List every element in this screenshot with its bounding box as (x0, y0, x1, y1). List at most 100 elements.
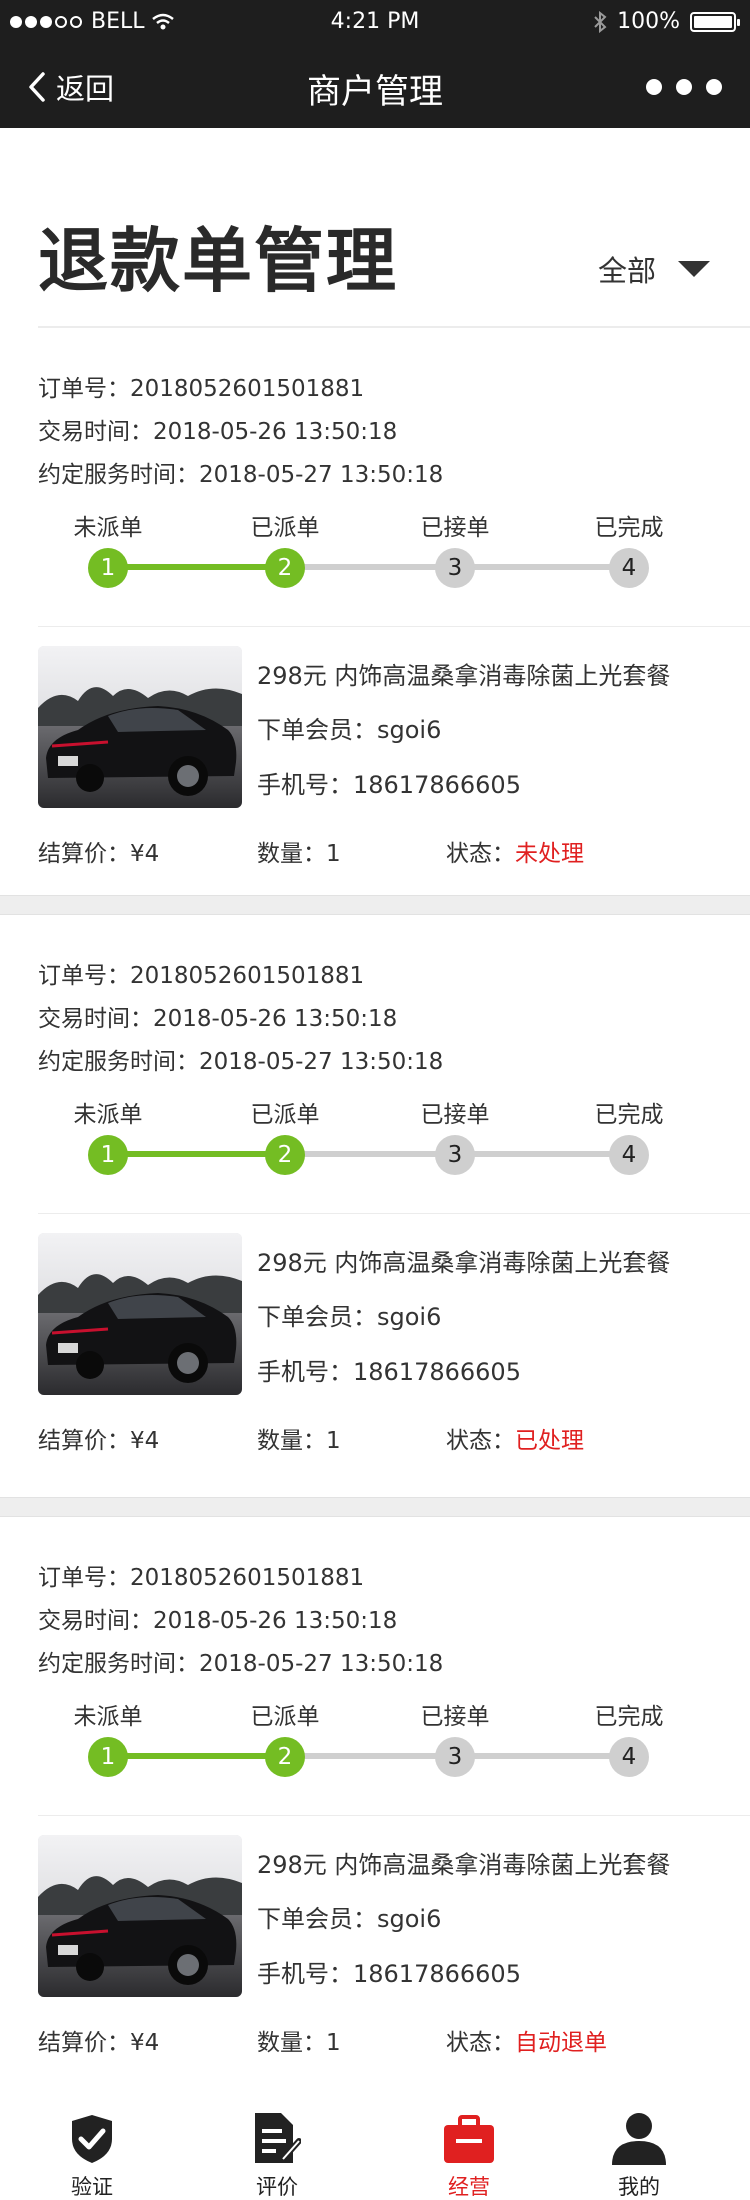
order-card[interactable]: 订单号：2018052601501881 交易时间：2018-05-26 13:… (0, 1517, 750, 2087)
order-card[interactable]: 订单号：2018052601501881 交易时间：2018-05-26 13:… (0, 328, 750, 898)
phone-label: 手机号： (257, 1358, 353, 1386)
order-number-row: 订单号：2018052601501881 (38, 955, 443, 998)
order-number-label: 订单号： (38, 1565, 130, 1591)
tab-verify[interactable]: 验证 (17, 2105, 167, 2200)
edit-document-icon (255, 2113, 301, 2163)
price-row: 结算价：¥4 (38, 834, 159, 868)
service-time-label: 约定服务时间： (38, 462, 199, 488)
more-icon[interactable] (646, 79, 722, 95)
trade-time-label: 交易时间： (38, 1006, 153, 1032)
product-row[interactable]: 298元 内饰高温桑拿消毒除菌上光套餐 下单会员：sgoi6 手机号：18617… (38, 1835, 750, 2005)
trade-time-row: 交易时间：2018-05-26 13:50:18 (38, 411, 443, 454)
tab-review[interactable]: 评价 (202, 2105, 352, 2200)
tab-label: 我的 (618, 2175, 660, 2199)
step-number: 3 (435, 1135, 475, 1175)
divider (38, 1815, 750, 1816)
status-badge: 已处理 (515, 1428, 584, 1454)
quantity-label: 数量： (257, 1428, 326, 1454)
nav-bar: 返回 商户管理 (0, 46, 750, 128)
shield-check-icon (72, 2115, 112, 2163)
price-label: 结算价： (38, 841, 130, 867)
step-label: 已完成 (594, 1102, 664, 1128)
order-number-label: 订单号： (38, 963, 130, 989)
section-gap (0, 895, 750, 915)
product-thumbnail (38, 646, 242, 808)
phone-label: 手机号： (257, 771, 353, 799)
service-time-row: 约定服务时间：2018-05-27 13:50:18 (38, 1643, 443, 1686)
car-photo (38, 1835, 242, 1997)
service-time: 2018-05-27 13:50:18 (199, 1049, 444, 1075)
step-number: 1 (88, 548, 128, 588)
progress-line-done (108, 1753, 285, 1759)
trade-time: 2018-05-26 13:50:18 (153, 1608, 398, 1634)
car-photo (38, 1233, 242, 1395)
product-name: 298元 内饰高温桑拿消毒除菌上光套餐 (257, 1851, 671, 1879)
trade-time: 2018-05-26 13:50:18 (153, 1006, 398, 1032)
price-label: 结算价： (38, 2030, 130, 2056)
state-row: 状态：未处理 (446, 834, 584, 868)
service-time-row: 约定服务时间：2018-05-27 13:50:18 (38, 454, 443, 497)
section-gap (0, 1497, 750, 1517)
trade-time-label: 交易时间： (38, 419, 153, 445)
step-label: 已完成 (594, 1704, 664, 1730)
price-value: ¥4 (130, 1428, 160, 1454)
step-number: 3 (435, 548, 475, 588)
order-number-row: 订单号：2018052601501881 (38, 368, 443, 411)
order-info: 订单号：2018052601501881 交易时间：2018-05-26 13:… (38, 368, 443, 497)
step-number: 2 (265, 548, 305, 588)
trade-time: 2018-05-26 13:50:18 (153, 419, 398, 445)
step-number: 2 (265, 1135, 305, 1175)
order-progress-steps: 未派单 1 已派单 2 已接单 3 已完成 4 (0, 508, 750, 608)
state-row: 状态：自动退单 (446, 2023, 607, 2057)
member-row: 下单会员：sgoi6 (257, 1899, 441, 1934)
tab-mine[interactable]: 我的 (564, 2105, 714, 2200)
quantity-value: 1 (326, 2030, 341, 2056)
phone-number: 18617866605 (353, 1358, 521, 1386)
product-row[interactable]: 298元 内饰高温桑拿消毒除菌上光套餐 下单会员：sgoi6 手机号：18617… (38, 646, 750, 816)
order-info: 订单号：2018052601501881 交易时间：2018-05-26 13:… (38, 955, 443, 1084)
member-name: sgoi6 (377, 1905, 442, 1933)
step-number: 2 (265, 1737, 305, 1777)
step-label: 已接单 (420, 1704, 490, 1730)
member-label: 下单会员： (257, 716, 377, 744)
nav-title: 商户管理 (307, 72, 443, 112)
step-label: 已派单 (250, 1102, 320, 1128)
service-time-label: 约定服务时间： (38, 1049, 199, 1075)
car-photo (38, 646, 242, 808)
trade-time-row: 交易时间：2018-05-26 13:50:18 (38, 998, 443, 1041)
battery-percent: 100% (617, 9, 680, 34)
battery-icon (690, 11, 740, 32)
member-row: 下单会员：sgoi6 (257, 710, 441, 745)
progress-line-done (108, 1151, 285, 1157)
state-row: 状态：已处理 (446, 1421, 584, 1455)
page-title: 退款单管理 (38, 220, 398, 302)
member-label: 下单会员： (257, 1303, 377, 1331)
status-bar: BELL 4:21 PM 100% (0, 0, 750, 46)
quantity-row: 数量：1 (257, 1421, 341, 1455)
product-row[interactable]: 298元 内饰高温桑拿消毒除菌上光套餐 下单会员：sgoi6 手机号：18617… (38, 1233, 750, 1403)
order-card[interactable]: 订单号：2018052601501881 交易时间：2018-05-26 13:… (0, 915, 750, 1485)
step-label: 已派单 (250, 515, 320, 541)
step-number: 4 (609, 1737, 649, 1777)
phone-number: 18617866605 (353, 771, 521, 799)
progress-line-done (108, 564, 285, 570)
price-label: 结算价： (38, 1428, 130, 1454)
step-label: 未派单 (73, 515, 143, 541)
tab-label: 验证 (71, 2175, 113, 2199)
product-name: 298元 内饰高温桑拿消毒除菌上光套餐 (257, 662, 671, 690)
order-number: 2018052601501881 (130, 1565, 365, 1591)
divider (38, 626, 750, 627)
state-label: 状态： (446, 1428, 515, 1454)
order-number-row: 订单号：2018052601501881 (38, 1557, 443, 1600)
quantity-value: 1 (326, 1428, 341, 1454)
tab-business[interactable]: 经营 (394, 2105, 544, 2200)
filter-dropdown[interactable]: 全部 (598, 248, 711, 290)
user-icon (612, 2113, 666, 2165)
step-label: 已完成 (594, 515, 664, 541)
quantity-row: 数量：1 (257, 2023, 341, 2057)
member-name: sgoi6 (377, 1303, 442, 1331)
step-number: 4 (609, 1135, 649, 1175)
service-time: 2018-05-27 13:50:18 (199, 462, 444, 488)
order-progress-steps: 未派单 1 已派单 2 已接单 3 已完成 4 (0, 1095, 750, 1195)
status-right: 100% (593, 9, 740, 34)
